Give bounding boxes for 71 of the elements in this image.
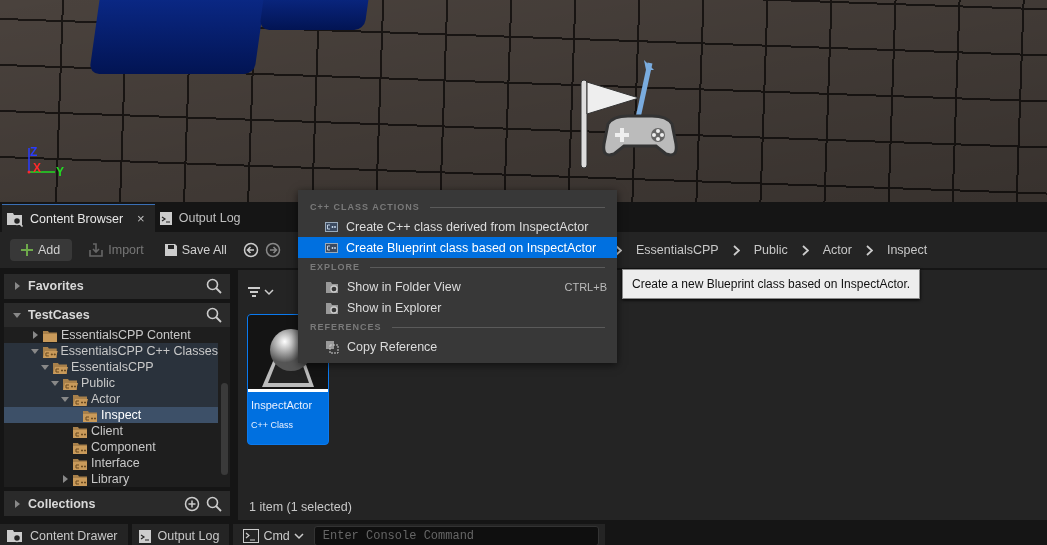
caret-icon	[293, 531, 304, 540]
menu-item[interactable]: Create Blueprint class based on InspectActor	[298, 237, 617, 258]
menu-section-header: C++ CLASS ACTIONS	[310, 202, 420, 212]
collapsed-arrow-icon[interactable]	[60, 474, 70, 485]
tree-item[interactable]: Client	[4, 423, 218, 440]
search-icon[interactable]	[206, 495, 222, 512]
tab-label: Content Browser	[30, 211, 124, 226]
search-icon[interactable]	[206, 307, 222, 323]
tree-item[interactable]: Interface	[4, 455, 218, 472]
tab-label: Output Log	[178, 211, 241, 225]
shortcut-label: CTRL+B	[564, 280, 607, 293]
console-input-field[interactable]: Enter Console Command	[313, 525, 600, 545]
tree-item[interactable]: EssentialsCPP	[4, 359, 218, 376]
tooltip: Create a new Blueprint class based on InspectActor.	[622, 269, 921, 299]
axis-label: Y	[56, 165, 64, 179]
filter-button[interactable]	[247, 286, 274, 298]
chevron-right-icon	[732, 244, 740, 256]
axis-label: Z	[30, 145, 38, 159]
tree-item[interactable]: Library	[4, 471, 218, 488]
import-icon	[88, 242, 105, 258]
cmd-dropdown[interactable]: Cmd	[239, 528, 308, 543]
copy-icon	[325, 339, 339, 354]
caret-icon	[264, 288, 274, 296]
menu-item[interactable]: Create C++ class derived from InspectActor	[298, 216, 617, 237]
class-icon	[325, 221, 338, 232]
folder-search-icon	[6, 210, 24, 227]
item-count: 1 item (1 selected)	[248, 500, 353, 516]
scrollbar-thumb[interactable]	[221, 383, 228, 476]
class-icon	[325, 242, 338, 253]
collapsed-arrow-icon[interactable]	[30, 330, 40, 341]
menu-section-header: EXPLORE	[310, 262, 360, 272]
asset-name: InspectActor	[250, 398, 314, 411]
collapsed-arrow-icon[interactable]	[12, 498, 22, 509]
save-all-button[interactable]: Save All	[159, 240, 231, 260]
log-icon	[158, 210, 173, 226]
breadcrumb-link[interactable]: Inspect	[886, 243, 928, 257]
folder-search-icon	[6, 527, 24, 544]
tree-item[interactable]: Public	[4, 375, 218, 392]
search-icon[interactable]	[206, 278, 222, 295]
section-header[interactable]: TestCases	[4, 302, 230, 328]
section-header[interactable]: Collections	[4, 491, 230, 516]
folder-search-icon	[325, 279, 339, 294]
tree-item[interactable]: EssentialsCPP Content	[4, 327, 218, 344]
chevron-right-icon	[801, 244, 809, 256]
log-icon	[137, 527, 152, 544]
close-button[interactable]: ×	[137, 211, 145, 226]
add-button[interactable]: Add	[10, 239, 73, 261]
menu-item[interactable]: Show in Folder View CTRL+B	[298, 276, 617, 297]
folder-search-icon	[325, 300, 339, 315]
save-icon	[163, 243, 178, 257]
tree-item[interactable]: EssentialsCPP C++ Classes	[4, 343, 218, 360]
breadcrumb-link[interactable]: Actor	[822, 243, 852, 257]
axis-gizmo-icon	[26, 148, 56, 174]
tree-item[interactable]: Component	[4, 439, 218, 456]
tree-item[interactable]: Actor	[4, 391, 218, 408]
filter-icon	[247, 286, 261, 298]
add-circle-icon[interactable]	[184, 495, 200, 512]
chevron-right-icon	[865, 244, 873, 256]
panel-tab[interactable]: Content Browser ×	[2, 204, 155, 232]
asset-type: C++ Class	[250, 419, 295, 430]
tree-item[interactable]: Inspect	[4, 407, 218, 424]
plus-icon	[20, 243, 34, 257]
section-header[interactable]: Favorites	[4, 274, 230, 299]
breadcrumb-link[interactable]: Public	[753, 243, 788, 257]
output-log-button[interactable]: Output Log	[131, 524, 230, 545]
panel-tab[interactable]: Output Log	[154, 204, 251, 232]
collapsed-arrow-icon[interactable]	[12, 281, 22, 292]
breadcrumb-link[interactable]: EssentialsCPP	[636, 243, 719, 257]
content-drawer-button[interactable]: Content Drawer	[0, 524, 128, 545]
expanded-arrow-icon[interactable]	[12, 310, 22, 320]
terminal-icon	[243, 528, 260, 543]
